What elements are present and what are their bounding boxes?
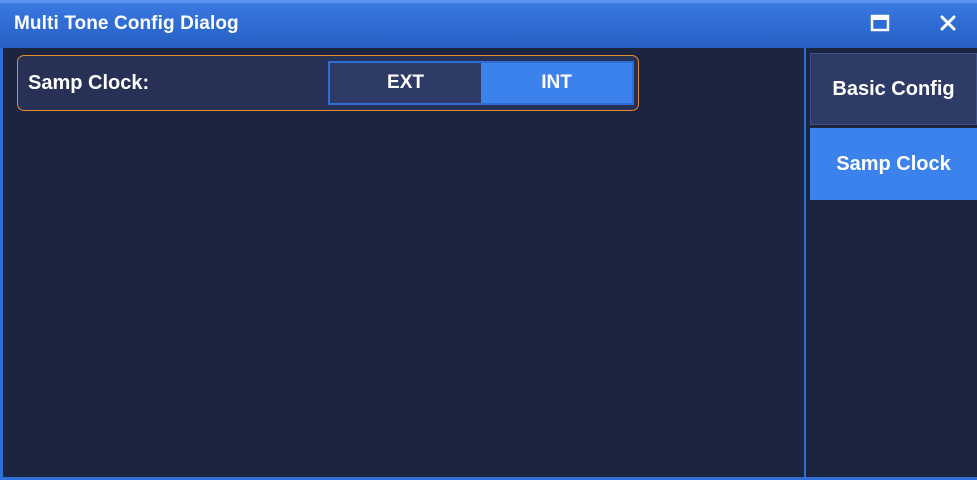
samp-clock-toggle: EXT INT [328, 61, 634, 105]
close-icon [939, 14, 957, 37]
config-sidebar: Basic Config Samp Clock [804, 48, 977, 477]
sidebar-item-samp-clock[interactable]: Samp Clock [810, 128, 977, 200]
sidebar-item-basic-config[interactable]: Basic Config [810, 53, 977, 125]
maximize-icon [870, 14, 890, 37]
ext-option-button[interactable]: EXT [330, 63, 481, 103]
int-option-button[interactable]: INT [481, 63, 632, 103]
title-bar[interactable]: Multi Tone Config Dialog [0, 0, 977, 48]
close-button[interactable] [932, 9, 964, 41]
dialog-title: Multi Tone Config Dialog [14, 13, 239, 34]
samp-clock-row: Samp Clock: EXT INT [17, 55, 639, 111]
samp-clock-label: Samp Clock: [28, 72, 150, 94]
maximize-button[interactable] [864, 9, 896, 41]
content-area: Samp Clock: EXT INT [3, 48, 804, 477]
multi-tone-config-dialog: Multi Tone Config Dialog Samp Clock: EXT… [0, 0, 977, 480]
